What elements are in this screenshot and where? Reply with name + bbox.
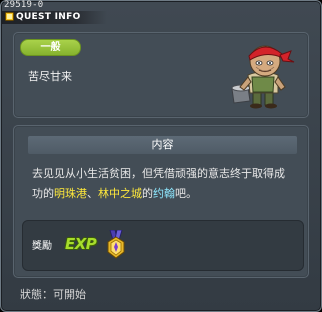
title-bar[interactable]: QUEST INFO xyxy=(2,11,107,24)
reward-label: 獎勵 xyxy=(32,241,52,252)
category-tag: 一般 xyxy=(20,39,81,56)
status-label: 狀態： xyxy=(20,288,53,301)
description-mid: 的 xyxy=(142,187,153,200)
npc-portrait-icon xyxy=(231,45,295,109)
place-link-2[interactable]: 林中之城 xyxy=(98,187,142,200)
exp-icon[interactable]: EXP xyxy=(65,235,97,253)
status-value: 可開始 xyxy=(53,288,86,301)
medal-icon[interactable] xyxy=(105,230,127,260)
npc-link[interactable]: 约翰 xyxy=(153,187,175,200)
description-end: 吧。 xyxy=(175,187,197,200)
quest-id: 29519-0 xyxy=(4,0,44,10)
window-title: QUEST INFO xyxy=(16,12,81,22)
description-separator: 、 xyxy=(87,187,98,200)
place-link-1[interactable]: 明珠港 xyxy=(54,187,87,200)
quest-status: 狀態：可開始 xyxy=(20,286,86,302)
quest-description: 去见见从小生活贫困，但凭借顽强的意志终于取得成功的明珠港、林中之城的约翰吧。 xyxy=(32,164,294,204)
quest-name: 苦尽甘来 xyxy=(28,70,72,83)
section-header-content: 内容 xyxy=(28,136,297,154)
window-icon xyxy=(5,12,14,21)
